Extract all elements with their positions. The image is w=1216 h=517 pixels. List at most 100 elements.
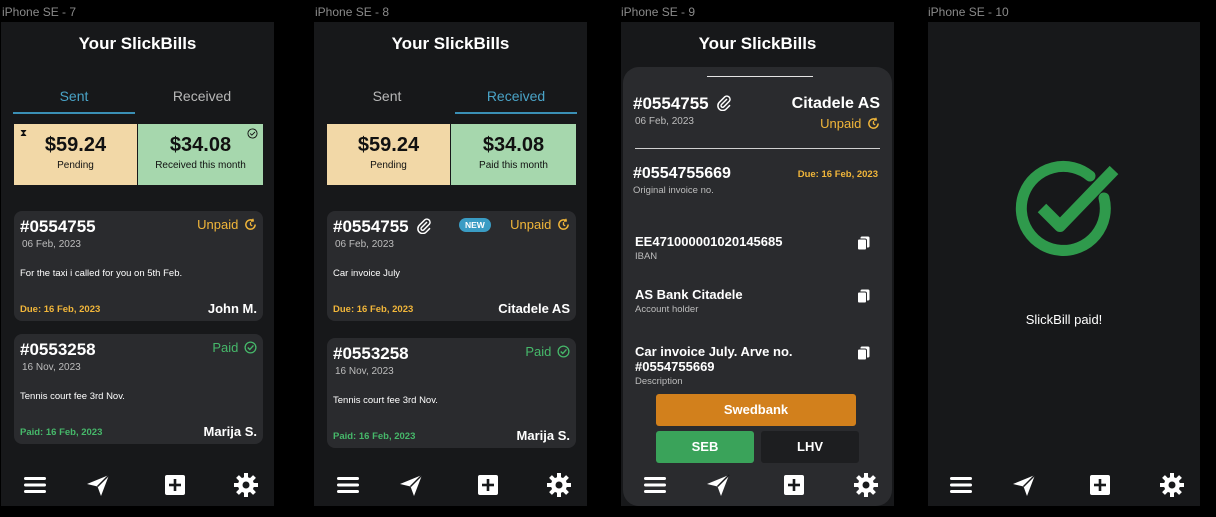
lhv-button[interactable]: LHV [761, 431, 859, 463]
bill-date: 16 Nov, 2023 [22, 362, 81, 373]
check-circle-icon [244, 341, 257, 354]
page-title: Your SlickBills [698, 34, 817, 53]
paid-label: Paid this month [479, 160, 548, 171]
add-icon[interactable] [475, 472, 501, 498]
bottom-nav [621, 466, 894, 506]
send-icon[interactable] [705, 472, 731, 498]
bill-description: For the taxi i called for you on 5th Feb… [20, 268, 183, 279]
invoice-label: Original invoice no. [633, 185, 714, 196]
pending-clock-icon [245, 218, 256, 230]
frame-label: iPhone SE - 8 [315, 5, 390, 19]
menu-icon[interactable] [335, 472, 361, 498]
pending-label: Pending [370, 160, 407, 171]
paid-card[interactable]: $34.08 Paid this month [451, 124, 576, 185]
settings-icon[interactable] [233, 472, 259, 498]
invoice-number: #0554755669 [633, 165, 731, 182]
add-icon[interactable] [781, 472, 807, 498]
copy-icon[interactable] [857, 236, 870, 251]
bill-recipient: John M. [207, 301, 257, 316]
bill-paid-date: Paid: 16 Feb, 2023 [333, 431, 416, 442]
swedbank-button[interactable]: Swedbank [656, 394, 856, 426]
iban-label: IBAN [635, 251, 658, 262]
bill-number: #0553258 [20, 340, 96, 359]
check-circle-icon [247, 128, 258, 139]
bill-card[interactable]: #0554755 06 Feb, 2023 Unpaid For the tax… [14, 211, 263, 321]
success-message: SlickBill paid! [1025, 312, 1103, 327]
summary-cards: $59.24 Pending $34.08 Paid this month [327, 124, 576, 185]
settings-icon[interactable] [1159, 472, 1185, 498]
status-label: Unpaid [197, 217, 239, 232]
bill-number: #0554755 [20, 217, 96, 236]
bill-card[interactable]: #0553258 16 Nov, 2023 Paid Tennis court … [14, 334, 263, 444]
add-icon[interactable] [162, 472, 188, 498]
bill-date: 06 Feb, 2023 [22, 239, 81, 250]
due-date: Due: 16 Feb, 2023 [797, 169, 878, 180]
bottom-nav [1, 466, 274, 506]
seb-button[interactable]: SEB [656, 431, 754, 463]
bill-number: #0553258 [333, 344, 409, 363]
pending-label: Pending [57, 160, 94, 171]
sheet-handle[interactable] [707, 76, 813, 77]
bill-description: Tennis court fee 3rd Nov. [333, 395, 438, 406]
menu-icon[interactable] [948, 472, 974, 498]
bill-number: #0554755 [633, 94, 709, 113]
bill-date: 06 Feb, 2023 [635, 116, 694, 127]
check-circle-icon [557, 345, 570, 358]
bill-paid-date: Paid: 16 Feb, 2023 [20, 427, 103, 438]
success-check-icon [1015, 160, 1119, 256]
bill-due-date: Due: 16 Feb, 2023 [333, 304, 414, 315]
tab-sent[interactable]: Sent [13, 86, 135, 114]
description-row: Car invoice July. Arve no. #0554755669 D… [635, 344, 793, 387]
send-icon[interactable] [1011, 472, 1037, 498]
send-icon[interactable] [398, 472, 424, 498]
description-line1: Car invoice July. Arve no. [635, 344, 793, 359]
received-label: Received this month [155, 160, 246, 171]
screen-bill-detail: Your SlickBills #0554755 06 Feb, 2023 Ci… [621, 22, 894, 506]
paperclip-icon[interactable] [716, 94, 732, 112]
pending-amount: $59.24 [357, 134, 420, 156]
new-badge: NEW [459, 218, 491, 232]
bottom-nav [928, 466, 1200, 506]
screen-paid-confirmation: SlickBill paid! [928, 22, 1200, 506]
copy-icon[interactable] [857, 289, 870, 304]
bill-card[interactable]: #0554755 NEW 06 Feb, 2023 Unpaid Car inv… [327, 211, 576, 321]
bill-number-text: #0554755 [333, 217, 409, 236]
page-title: Your SlickBills [391, 34, 510, 53]
pending-clock-icon [558, 218, 569, 230]
detail-header: #0554755 06 Feb, 2023 [633, 94, 732, 127]
tab-received[interactable]: Received [455, 86, 577, 114]
bill-description: Car invoice July [333, 268, 401, 279]
tab-received[interactable]: Received [141, 86, 263, 114]
status-badge: Unpaid [792, 116, 880, 131]
received-amount: $34.08 [169, 134, 232, 156]
status-badge: Paid [212, 340, 257, 355]
menu-icon[interactable] [22, 472, 48, 498]
status-badge: Unpaid [197, 217, 257, 232]
copy-icon[interactable] [857, 346, 870, 361]
settings-icon[interactable] [853, 472, 879, 498]
tab-sent[interactable]: Sent [326, 86, 448, 114]
holder-row: AS Bank Citadele Account holder [635, 287, 743, 315]
status-label: Unpaid [510, 217, 552, 232]
pending-clock-icon [868, 117, 879, 129]
add-icon[interactable] [1087, 472, 1113, 498]
received-card[interactable]: $34.08 Received this month [138, 124, 263, 185]
tab-bar: Sent Received [13, 86, 263, 116]
paperclip-icon [417, 218, 432, 235]
pending-card[interactable]: ⧗ $59.24 Pending [14, 124, 137, 185]
screen-received: Your SlickBills Sent Received $59.24 Pen… [314, 22, 587, 506]
issuer-block: Citadele AS Unpaid [792, 95, 880, 131]
bill-date: 06 Feb, 2023 [335, 239, 394, 250]
pending-amount: $59.24 [44, 134, 107, 156]
frame-label: iPhone SE - 7 [2, 5, 77, 19]
status-label: Paid [525, 344, 552, 359]
bill-date: 16 Nov, 2023 [335, 366, 394, 377]
menu-icon[interactable] [642, 472, 668, 498]
settings-icon[interactable] [546, 472, 572, 498]
send-icon[interactable] [85, 472, 111, 498]
hourglass-icon: ⧗ [20, 128, 28, 139]
bill-card[interactable]: #0553258 16 Nov, 2023 Paid Tennis court … [327, 338, 576, 448]
status-label: Paid [212, 340, 239, 355]
description-line2: #0554755669 [635, 359, 715, 374]
pending-card[interactable]: $59.24 Pending [327, 124, 450, 185]
